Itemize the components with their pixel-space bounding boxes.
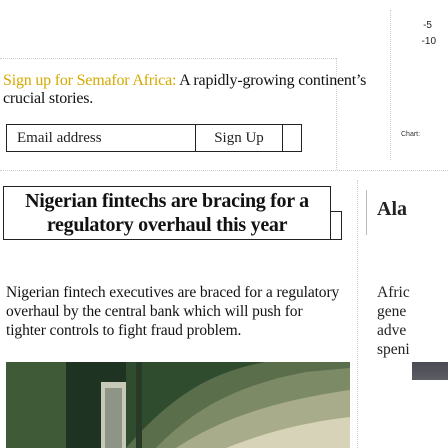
- next-story-headline[interactable]: Ala: [377, 198, 448, 221]
- story-headline[interactable]: Nigerian fintechs are bracing for a regu…: [4, 189, 330, 237]
- card-edge: [390, 10, 391, 160]
- form-border: [283, 124, 302, 152]
- chart-tick-label: -5: [423, 20, 432, 31]
- chart-tick-label: -10: [421, 36, 436, 47]
- sign-up-button[interactable]: Sign Up: [196, 124, 283, 152]
- card-edge: [357, 180, 358, 448]
- next-story-summary-line: speni: [377, 341, 410, 358]
- column-divider: [366, 190, 367, 235]
- photo-illustration: [6, 362, 350, 448]
- email-field[interactable]: [6, 124, 196, 152]
- story-headline-box[interactable]: Nigerian fintechs are bracing for a regu…: [3, 186, 331, 240]
- next-story-summary-line: adve: [377, 322, 407, 339]
- signup-link[interactable]: Sign up for Semafor Africa:: [3, 72, 176, 89]
- card-edge: [0, 170, 448, 171]
- next-story-summary-line: gene: [377, 303, 407, 320]
- newsletter-form: Sign Up: [6, 124, 329, 152]
- story-summary: Nigerian fintech executives are braced f…: [6, 284, 340, 339]
- chart-label: Chart:: [401, 131, 421, 138]
- next-story-photo[interactable]: [412, 362, 448, 380]
- card-edge: [0, 58, 336, 59]
- headline-box-border: [331, 211, 342, 240]
- next-story-summary-line: Afric: [377, 284, 410, 301]
- newsletter-pitch: Sign up for Semafor Africa: A rapidly-gr…: [3, 72, 383, 108]
- next-story-summary: Afric gene adve speni: [377, 283, 448, 359]
- story-photo[interactable]: [6, 362, 350, 448]
